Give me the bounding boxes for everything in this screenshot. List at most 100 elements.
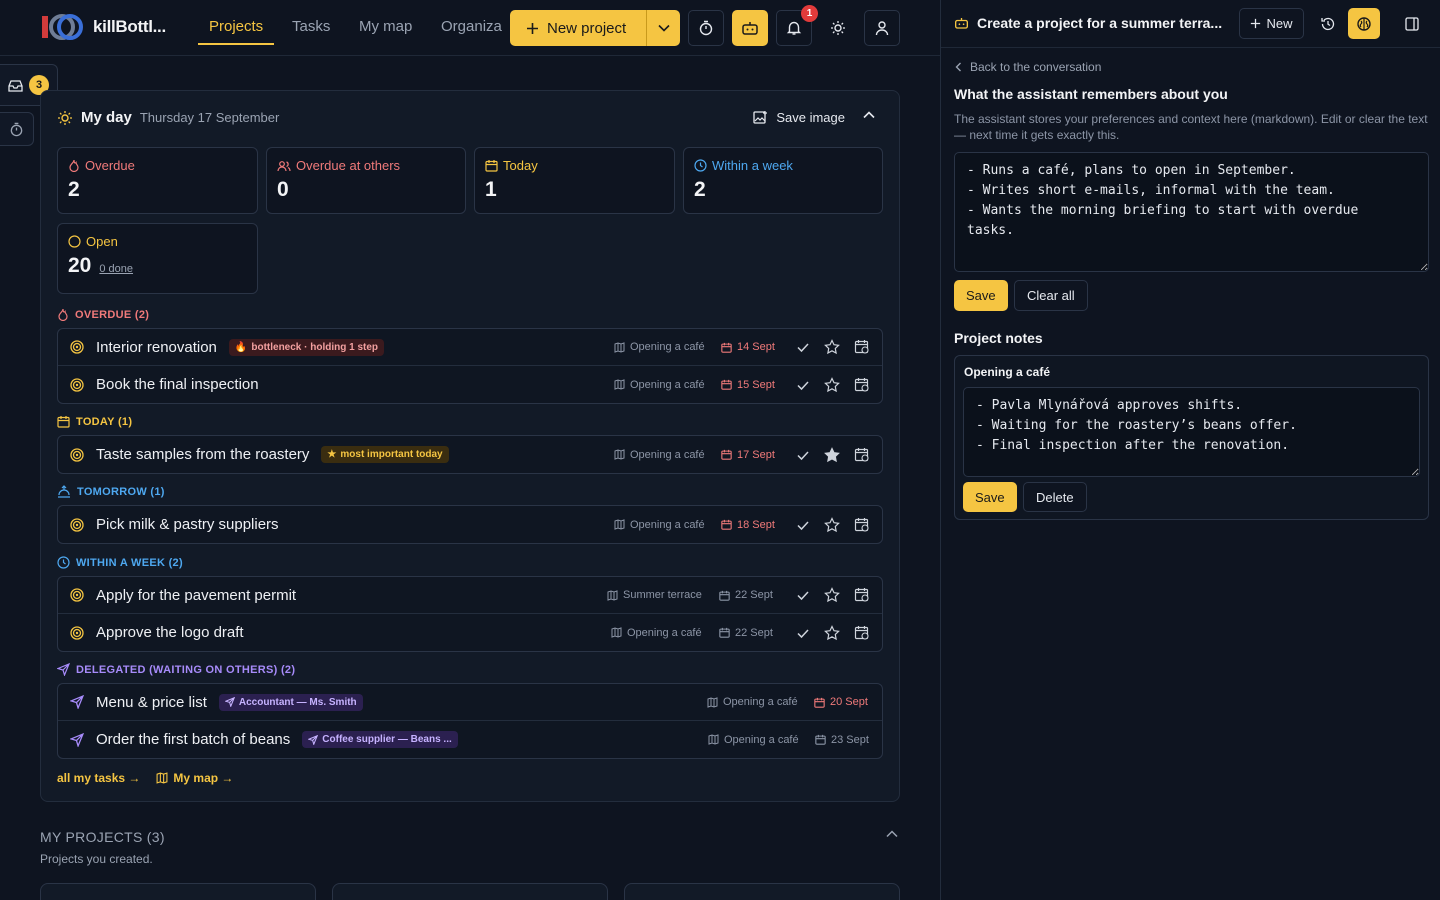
task-project[interactable]: Summer terrace — [607, 589, 702, 601]
star-icon[interactable] — [824, 587, 840, 603]
task-title[interactable]: Book the final inspection — [96, 376, 259, 393]
task-due[interactable]: 22 Sept — [719, 627, 773, 639]
task-project[interactable]: Opening a café — [614, 341, 705, 353]
check-icon[interactable] — [796, 518, 810, 532]
stat-today[interactable]: Today 1 — [474, 147, 675, 214]
section-today-header[interactable]: TODAY (1) — [57, 415, 132, 428]
task-due[interactable]: 17 Sept — [721, 449, 775, 461]
target-icon[interactable] — [70, 447, 84, 462]
task-title[interactable]: Order the first batch of beans — [96, 731, 290, 748]
assignee-badge[interactable]: Accountant — Ms. Smith — [218, 693, 363, 711]
project-card[interactable] — [624, 883, 900, 900]
task-row[interactable]: Menu & price list Accountant — Ms. Smith… — [58, 684, 882, 721]
calendar-clock-icon[interactable] — [854, 587, 870, 603]
task-due[interactable]: 20 Sept — [814, 696, 868, 708]
theme-toggle-button[interactable] — [820, 10, 856, 46]
task-title[interactable]: Taste samples from the roastery — [96, 446, 309, 463]
nav-tasks[interactable]: Tasks — [292, 18, 330, 35]
task-row[interactable]: Interior renovation 🔥 bottleneck · holdin… — [58, 329, 882, 366]
target-icon[interactable] — [70, 340, 84, 354]
task-row[interactable]: Approve the logo draft Opening a café 22… — [58, 614, 882, 651]
my-projects-title[interactable]: MY PROJECTS (3) — [40, 829, 165, 845]
timer-button[interactable] — [688, 10, 724, 46]
section-overdue-header[interactable]: OVERDUE (2) — [57, 308, 149, 321]
calendar-clock-icon[interactable] — [854, 447, 870, 463]
star-icon[interactable] — [824, 516, 840, 533]
app-logo-icon[interactable] — [40, 12, 86, 42]
new-project-dropdown[interactable] — [647, 24, 680, 32]
check-icon[interactable] — [796, 378, 810, 392]
target-icon[interactable] — [70, 377, 84, 392]
task-due[interactable]: 15 Sept — [721, 379, 775, 391]
all-tasks-link[interactable]: all my tasks → — [57, 771, 140, 785]
section-week-header[interactable]: WITHIN A WEEK (2) — [57, 556, 183, 569]
nav-projects[interactable]: Projects — [198, 18, 275, 45]
new-conversation-button[interactable]: New — [1239, 8, 1304, 39]
timer-tab[interactable] — [0, 112, 34, 146]
task-row[interactable]: Book the final inspection Opening a café… — [58, 366, 882, 403]
target-icon[interactable] — [70, 625, 84, 640]
target-icon[interactable] — [70, 588, 84, 602]
check-icon[interactable] — [796, 340, 810, 354]
task-due[interactable]: 14 Sept — [721, 341, 775, 353]
task-title[interactable]: Pick milk & pastry suppliers — [96, 516, 279, 533]
chevron-up-icon[interactable] — [886, 830, 898, 838]
task-due[interactable]: 18 Sept — [721, 519, 775, 531]
memory-clear-button[interactable]: Clear all — [1014, 280, 1088, 311]
assistant-button[interactable] — [732, 10, 768, 46]
memory-save-button[interactable]: Save — [954, 280, 1008, 311]
conversation-title[interactable]: Create a project for a summer terra... — [954, 15, 1234, 31]
task-title[interactable]: Interior renovation — [96, 339, 217, 356]
task-title[interactable]: Approve the logo draft — [96, 624, 244, 641]
new-project-main[interactable]: New project — [510, 10, 647, 46]
assignee-badge[interactable]: Coffee supplier — Beans ... — [302, 731, 458, 748]
project-card[interactable] — [40, 883, 316, 900]
task-row[interactable]: Taste samples from the roastery ★ most im… — [58, 436, 882, 473]
task-project[interactable]: Opening a café — [708, 734, 799, 746]
project-note-textarea[interactable]: - Pavla Mlynářová approves shifts. - Wai… — [963, 387, 1420, 477]
stat-within-week[interactable]: Within a week 2 — [683, 147, 883, 214]
task-row[interactable]: Pick milk & pastry suppliers Opening a c… — [58, 506, 882, 543]
task-due[interactable]: 22 Sept — [719, 589, 773, 601]
nav-organize[interactable]: Organiza — [441, 18, 503, 35]
calendar-clock-icon[interactable] — [854, 625, 870, 641]
nav-my-map[interactable]: My map — [359, 18, 412, 35]
send-icon[interactable] — [70, 695, 84, 709]
new-project-button[interactable]: New project — [510, 10, 680, 46]
target-icon[interactable] — [70, 517, 84, 532]
note-delete-button[interactable]: Delete — [1023, 482, 1087, 512]
save-image-button[interactable]: Save image — [753, 110, 845, 125]
task-project[interactable]: Opening a café — [614, 519, 705, 531]
task-title[interactable]: Apply for the pavement permit — [96, 587, 296, 604]
profile-button[interactable] — [864, 10, 900, 46]
task-due[interactable]: 23 Sept — [815, 734, 869, 746]
task-title[interactable]: Menu & price list — [96, 694, 207, 711]
notifications-button[interactable]: 1 — [776, 5, 818, 46]
task-project[interactable]: Opening a café — [614, 449, 705, 461]
brand-name[interactable]: killBottl... — [93, 17, 166, 37]
calendar-clock-icon[interactable] — [854, 517, 870, 533]
stat-overdue[interactable]: Overdue 2 — [57, 147, 258, 214]
stat-overdue-others[interactable]: Overdue at others 0 — [266, 147, 466, 214]
my-map-link[interactable]: My map → — [156, 771, 233, 785]
task-row[interactable]: Apply for the pavement permit Summer ter… — [58, 577, 882, 614]
task-project[interactable]: Opening a café — [611, 627, 702, 639]
calendar-clock-icon[interactable] — [854, 339, 870, 355]
history-button[interactable] — [1312, 8, 1344, 39]
toggle-panel-button[interactable] — [1396, 8, 1428, 39]
send-icon[interactable] — [70, 732, 84, 747]
task-project[interactable]: Opening a café — [614, 379, 705, 391]
star-icon[interactable] — [824, 339, 840, 355]
star-filled-icon[interactable] — [824, 446, 840, 463]
chevron-up-icon[interactable] — [863, 111, 875, 119]
check-icon[interactable] — [796, 626, 810, 640]
task-project[interactable]: Opening a café — [707, 696, 798, 708]
stat-open-done-link[interactable]: 0 done — [99, 263, 133, 275]
memory-textarea[interactable]: - Runs a café, plans to open in Septembe… — [954, 152, 1429, 272]
stat-open[interactable]: Open 20 0 done — [57, 223, 258, 294]
calendar-clock-icon[interactable] — [854, 377, 870, 393]
back-to-conversation-link[interactable]: Back to the conversation — [955, 60, 1101, 74]
check-icon[interactable] — [796, 588, 810, 602]
section-delegated-header[interactable]: DELEGATED (WAITING ON OTHERS) (2) — [57, 663, 295, 676]
memory-button[interactable] — [1348, 8, 1380, 39]
